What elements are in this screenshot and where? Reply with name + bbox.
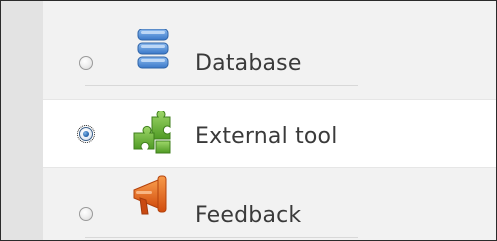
database-icon [137, 29, 169, 69]
activity-list: Database External tool Feedback [43, 1, 496, 240]
panel-left-strip [1, 1, 43, 240]
external-tool-label: External tool [195, 124, 338, 149]
database-label: Database [195, 51, 302, 76]
row-divider [85, 237, 358, 238]
megaphone-icon [133, 175, 167, 215]
activity-option-feedback[interactable]: Feedback [43, 167, 496, 240]
database-radio[interactable] [79, 56, 93, 70]
row-divider [85, 85, 358, 86]
activity-option-external-tool[interactable]: External tool [43, 99, 496, 168]
external-tool-radio[interactable] [77, 125, 95, 143]
feedback-label: Feedback [195, 203, 302, 228]
feedback-radio[interactable] [79, 207, 93, 221]
activity-chooser-panel: Database External tool Feedback [0, 0, 497, 241]
activity-option-database[interactable]: Database [43, 1, 496, 99]
puzzle-piece-icon [133, 111, 171, 154]
